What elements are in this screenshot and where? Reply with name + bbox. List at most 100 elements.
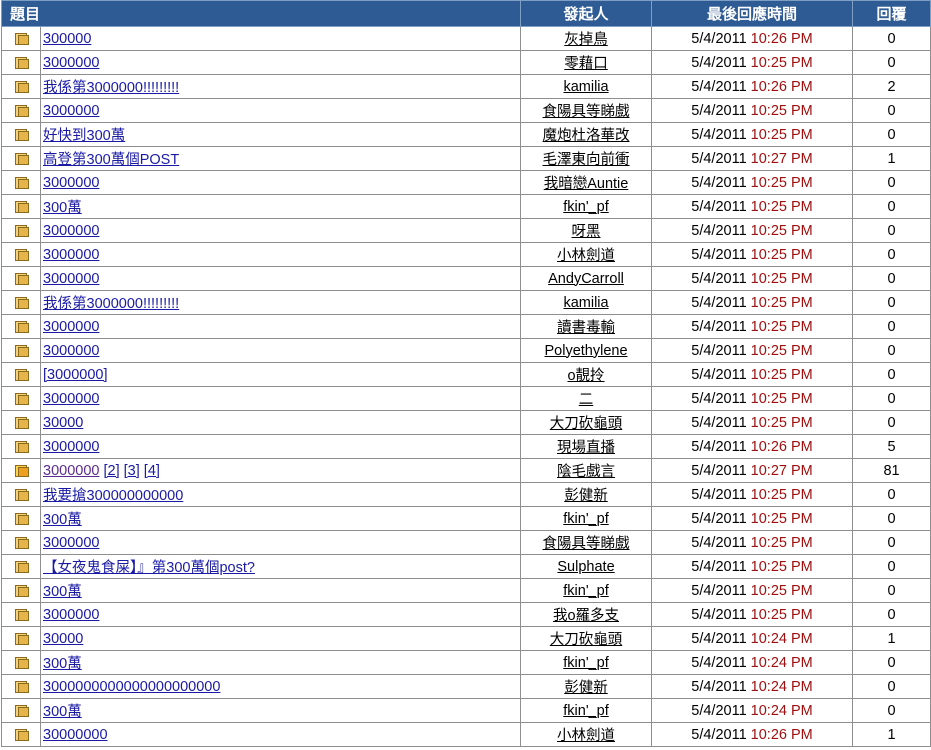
author-link[interactable]: 呀黑 (572, 224, 601, 240)
topic-title-link[interactable]: 300萬 (43, 656, 82, 672)
topic-title-link[interactable]: 300萬 (43, 704, 82, 720)
author-link[interactable]: 彭健新 (564, 680, 608, 696)
folder-icon (14, 152, 29, 165)
author-link[interactable]: 二 (579, 392, 594, 408)
reply-count: 0 (852, 530, 931, 555)
author-cell: 大刀砍龜頭 (520, 626, 653, 651)
author-link[interactable]: kamilia (563, 79, 608, 95)
author-link[interactable]: 小林劍道 (557, 248, 615, 264)
table-row: 3000000 食陽具等睇戲 5/4/2011 10:25 PM 0 (1, 98, 931, 123)
topic-title-link[interactable]: 3000000 (43, 271, 99, 287)
author-link[interactable]: o靚拎 (567, 368, 604, 384)
topic-title-link[interactable]: 我要搶300000000000 (43, 488, 183, 504)
author-cell: o靚拎 (520, 362, 653, 387)
table-row: 我係第3000000!!!!!!!!! kamilia 5/4/2011 10:26… (1, 74, 931, 99)
reply-count: 0 (852, 602, 931, 627)
author-link[interactable]: 現場直播 (557, 440, 615, 456)
author-link[interactable]: 大刀砍龜頭 (550, 632, 623, 648)
last-reply-time: 10:25 PM (750, 102, 813, 119)
reply-count: 5 (852, 434, 931, 459)
table-row: [3000000] o靚拎 5/4/2011 10:25 PM 0 (1, 362, 931, 387)
page-link[interactable]: [2] (103, 463, 119, 479)
topic-title-link[interactable]: 3000000 (43, 607, 99, 623)
author-link[interactable]: 食陽具等睇戲 (543, 536, 630, 552)
author-link[interactable]: fkin'_pf (563, 583, 609, 599)
author-link[interactable]: fkin'_pf (563, 511, 609, 527)
topic-title-cell: 3000000 (39, 266, 522, 291)
header-last-reply: 最後回應時間 (651, 0, 854, 27)
topic-title-link[interactable]: 3000000000000000000000 (43, 679, 220, 695)
topic-title-link[interactable]: 3000000 (43, 463, 99, 479)
author-link[interactable]: 陰毛戲言 (557, 464, 615, 480)
topic-title-link[interactable]: 3000000 (43, 391, 99, 407)
author-link[interactable]: 讀書毒輸 (557, 320, 615, 336)
author-cell: 零藉口 (520, 50, 653, 75)
topic-title-link[interactable]: 3000000 (43, 175, 99, 191)
topic-title-link[interactable]: 好快到300萬 (43, 128, 125, 144)
topic-title-link[interactable]: 3000000 (43, 55, 99, 71)
topic-title-link[interactable]: 3000000 (43, 535, 99, 551)
topic-title-link[interactable]: 3000000 (43, 343, 99, 359)
author-link[interactable]: kamilia (563, 295, 608, 311)
author-link[interactable]: 大刀砍龜頭 (550, 416, 623, 432)
topic-title-link[interactable]: 30000 (43, 415, 83, 431)
last-reply-date: 5/4/2011 (691, 366, 747, 383)
topic-title-link[interactable]: 30000 (43, 631, 83, 647)
topic-title-cell: 3000000 (39, 386, 522, 411)
author-link[interactable]: 毛澤東向前衝 (543, 152, 630, 168)
author-cell: 我o羅多支 (520, 602, 653, 627)
author-link[interactable]: 食陽具等睇戲 (543, 104, 630, 120)
last-reply-cell: 5/4/2011 10:25 PM (651, 386, 854, 411)
topic-title-link[interactable]: 3000000 (43, 223, 99, 239)
topic-title-link[interactable]: 3000000 (43, 247, 99, 263)
author-link[interactable]: fkin'_pf (563, 703, 609, 719)
author-link[interactable]: 零藉口 (564, 56, 608, 72)
topic-title-link[interactable]: 3000000 (43, 319, 99, 335)
topic-icon-cell (1, 266, 41, 291)
last-reply-date: 5/4/2011 (691, 414, 747, 431)
topic-title-link[interactable]: 300000 (43, 31, 91, 47)
folder-icon (14, 80, 29, 93)
topic-title-cell: 3000000 (39, 218, 522, 243)
topic-title-link[interactable]: 300萬 (43, 200, 82, 216)
author-link[interactable]: Polyethylene (545, 343, 628, 359)
last-reply-cell: 5/4/2011 10:25 PM (651, 122, 854, 147)
topic-title-link[interactable]: 3000000 (43, 103, 99, 119)
author-link[interactable]: Sulphate (557, 559, 614, 575)
topic-icon-cell (1, 722, 41, 747)
topic-title-link[interactable]: 300萬 (43, 512, 82, 528)
author-link[interactable]: 灰掉鳥 (564, 32, 608, 48)
topic-title-link[interactable]: 30000000 (43, 727, 108, 743)
page-link[interactable]: [3] (124, 463, 140, 479)
author-link[interactable]: fkin'_pf (563, 655, 609, 671)
folder-icon (14, 200, 29, 213)
author-link[interactable]: 我o羅多支 (553, 608, 619, 624)
topic-title-link[interactable]: 我係第3000000!!!!!!!!! (43, 296, 179, 312)
topic-title-link[interactable]: 300萬 (43, 584, 82, 600)
topic-title-link[interactable]: 我係第3000000!!!!!!!!! (43, 80, 179, 96)
topic-title-link[interactable]: 【女夜鬼食屎】』第300萬個post? (43, 560, 255, 576)
reply-count: 0 (852, 170, 931, 195)
topic-title-link[interactable]: [3000000] (43, 367, 108, 383)
author-link[interactable]: fkin'_pf (563, 199, 609, 215)
topic-title-link[interactable]: 3000000 (43, 439, 99, 455)
last-reply-cell: 5/4/2011 10:24 PM (651, 626, 854, 651)
author-link[interactable]: 彭健新 (564, 488, 608, 504)
author-link[interactable]: AndyCarroll (548, 271, 624, 287)
topic-icon-cell (1, 506, 41, 531)
author-link[interactable]: 小林劍道 (557, 728, 615, 744)
topic-title-link[interactable]: 高登第300萬個POST (43, 152, 179, 168)
table-row: 3000000 二 5/4/2011 10:25 PM 0 (1, 386, 931, 411)
page-link[interactable]: [4] (144, 463, 160, 479)
folder-icon (14, 320, 29, 333)
last-reply-cell: 5/4/2011 10:25 PM (651, 266, 854, 291)
topic-title-cell: 300萬 (39, 650, 522, 675)
folder-icon (14, 224, 29, 237)
last-reply-time: 10:25 PM (750, 246, 813, 263)
table-row: 【女夜鬼食屎】』第300萬個post? Sulphate 5/4/2011 10:2… (1, 554, 931, 579)
topic-title-cell: 30000 (39, 626, 522, 651)
last-reply-cell: 5/4/2011 10:24 PM (651, 698, 854, 723)
author-link[interactable]: 魔炮杜洛華改 (543, 128, 630, 144)
topic-icon-cell (1, 626, 41, 651)
author-link[interactable]: 我暗戀Auntie (544, 176, 629, 192)
